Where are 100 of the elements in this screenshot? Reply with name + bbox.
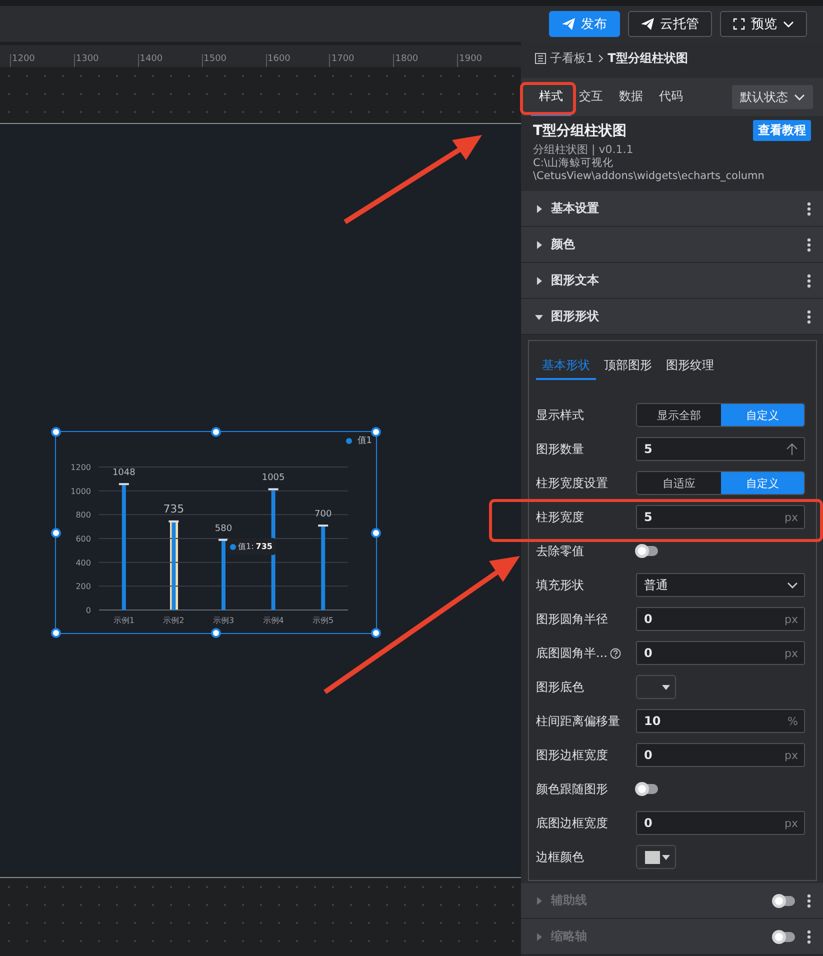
caret-icon <box>535 896 543 904</box>
field-label: 柱间距离偏移量 <box>536 712 621 730</box>
chevron-right-icon <box>598 54 604 62</box>
field-label: 图形底色 <box>536 678 585 696</box>
more-icon[interactable] <box>807 238 811 252</box>
resize-handle[interactable] <box>371 528 381 538</box>
axis-category-label: 示例2 <box>163 616 184 625</box>
caret-icon <box>662 853 670 861</box>
arrow-up-icon[interactable] <box>786 443 798 455</box>
sub-tab[interactable]: 基本形状 <box>536 353 596 380</box>
section-header[interactable]: 图形形状 <box>521 299 823 335</box>
axis-category-label: 示例4 <box>262 616 284 625</box>
data-label: 580 <box>214 524 232 534</box>
widget-title: T型分组柱状图 <box>533 122 627 140</box>
input-field[interactable]: 0 px <box>636 743 805 767</box>
input-field[interactable]: 0 px <box>636 811 805 835</box>
tab[interactable]: 代码 <box>651 78 691 116</box>
input-field[interactable]: 5 px <box>636 505 805 529</box>
axis-tick-label: 200 <box>76 582 91 592</box>
segment-button[interactable]: 自定义 <box>720 404 804 426</box>
caret-icon <box>535 312 543 320</box>
tab[interactable]: 交互 <box>571 78 611 116</box>
field-label: 填充形状 <box>536 576 585 594</box>
help-icon[interactable] <box>610 648 622 658</box>
resize-handle[interactable] <box>211 628 221 638</box>
bar-cap <box>218 538 228 541</box>
field-label: 颜色跟随图形 <box>536 780 609 798</box>
field-label: 图形边框宽度 <box>536 746 609 764</box>
send-icon <box>562 18 575 30</box>
section-header[interactable]: 颜色 <box>521 227 823 263</box>
resize-handle[interactable] <box>371 427 381 437</box>
axis-category-label: 示例1 <box>113 616 134 625</box>
field-label: 柱形宽度设置 <box>536 474 609 492</box>
field-label: 显示样式 <box>536 406 585 424</box>
field-label: 底图圆角半... <box>536 644 608 662</box>
axis-tick-label: 800 <box>76 510 91 520</box>
state-select[interactable]: 默认状态 <box>732 85 813 109</box>
color-picker[interactable] <box>636 845 676 869</box>
preview-button[interactable]: 预览 <box>720 11 807 37</box>
caret-icon <box>662 683 670 691</box>
chevron-down-icon <box>783 20 794 28</box>
toggle-switch[interactable] <box>636 784 658 794</box>
chart-legend: 值1 <box>346 434 372 447</box>
axis-tick-label: 0 <box>86 606 91 615</box>
field-label: 柱形宽度 <box>536 508 585 526</box>
bar-cap <box>318 524 328 527</box>
resize-handle[interactable] <box>51 427 61 437</box>
resize-handle[interactable] <box>51 628 61 638</box>
more-icon[interactable] <box>807 202 811 216</box>
board-icon <box>535 52 546 64</box>
input-field[interactable]: 0 px <box>636 607 805 631</box>
chevron-down-icon <box>794 94 805 100</box>
more-icon[interactable] <box>807 310 811 324</box>
send-icon <box>641 18 654 30</box>
field-label: 去除零值 <box>536 542 585 560</box>
toolbar-button[interactable]: 发布 <box>549 11 620 37</box>
bar-cap <box>168 520 179 522</box>
caret-icon <box>535 276 543 284</box>
breadcrumb-item[interactable]: 子看板1 <box>550 50 594 66</box>
chart-tooltip: 值1: 735 <box>227 538 276 555</box>
axis-category-label: 示例3 <box>212 616 234 625</box>
axis-tick-label: 1000 <box>70 486 91 496</box>
highlight-frame <box>520 82 576 115</box>
data-label: 1048 <box>112 468 136 478</box>
sub-tab[interactable]: 顶部图形 <box>598 353 658 380</box>
axis-category-label: 示例5 <box>312 616 334 625</box>
sub-tab[interactable]: 图形纹理 <box>660 353 720 380</box>
tab[interactable]: 数据 <box>611 78 651 116</box>
segment-button[interactable]: 自定义 <box>720 472 804 494</box>
data-label: 700 <box>314 510 332 520</box>
input-field[interactable]: 10 % <box>636 709 805 733</box>
toolbar-button[interactable]: 云托管 <box>628 11 712 37</box>
bar-cap <box>118 483 129 486</box>
axis-tick-label: 400 <box>76 558 91 568</box>
segment-button[interactable]: 自适应 <box>637 472 720 494</box>
caret-icon <box>535 240 543 248</box>
resize-handle[interactable] <box>211 427 221 437</box>
tutorial-button[interactable]: 查看教程 <box>753 120 811 141</box>
field-label: 底图边框宽度 <box>536 814 609 832</box>
data-label: 735 <box>163 502 184 516</box>
field-label: 图形圆角半径 <box>536 610 609 628</box>
number-field[interactable]: 5 <box>636 437 805 461</box>
field-label: 边框颜色 <box>536 848 585 866</box>
resize-handle[interactable] <box>371 628 381 638</box>
breadcrumb-item: T型分组柱状图 <box>608 50 688 66</box>
section-header[interactable]: 图形文本 <box>521 263 823 299</box>
toggle-switch[interactable] <box>636 546 658 556</box>
caret-icon <box>535 932 543 940</box>
field-label: 图形数量 <box>536 440 585 458</box>
color-picker[interactable] <box>636 675 676 699</box>
input-field[interactable]: 0 px <box>636 641 805 665</box>
axis-tick-label: 1200 <box>70 463 91 472</box>
resize-handle[interactable] <box>51 528 61 538</box>
data-label: 1005 <box>262 473 285 484</box>
segment-button[interactable]: 显示全部 <box>637 404 720 426</box>
section-header[interactable]: 基本设置 <box>521 191 823 227</box>
more-icon[interactable] <box>807 274 811 288</box>
select-field[interactable]: 普通 <box>636 573 805 597</box>
tab[interactable]: 样式 <box>531 78 571 116</box>
caret-icon <box>535 204 543 212</box>
